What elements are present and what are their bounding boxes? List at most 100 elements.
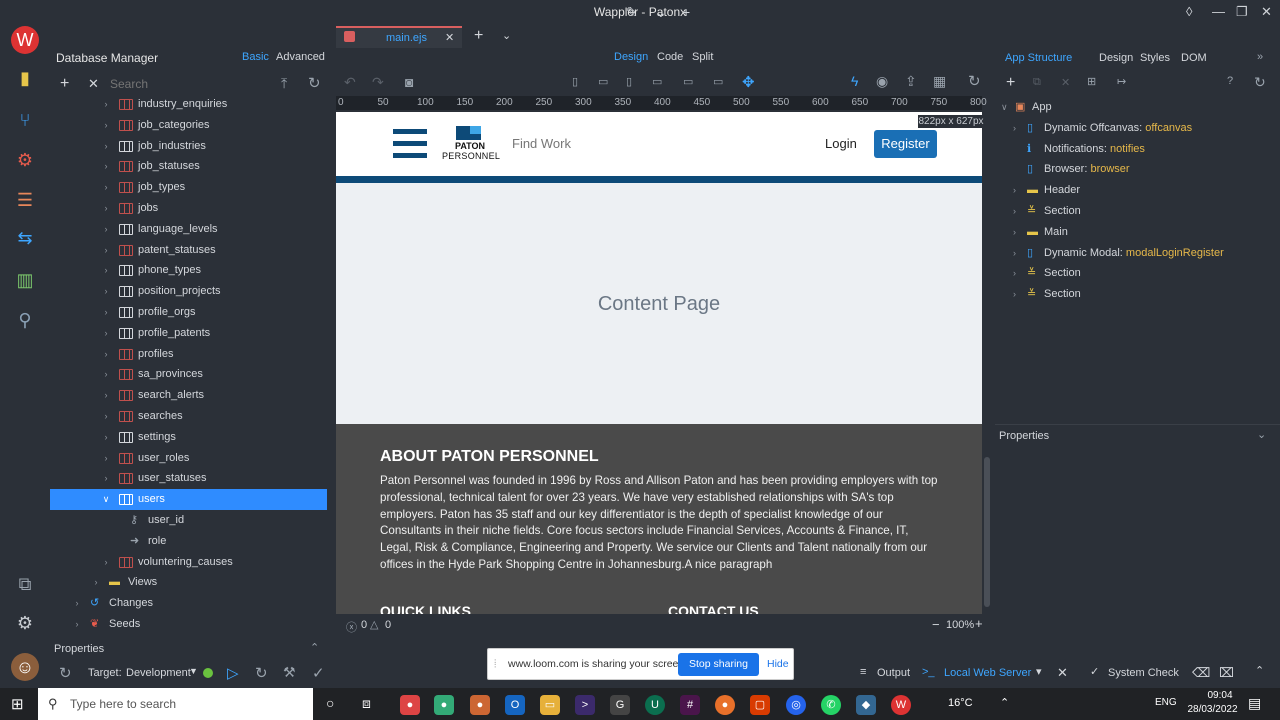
chrome-dev-icon[interactable]: ● [470, 695, 490, 715]
share-icon[interactable]: ⇪ [905, 73, 917, 90]
wappler-logo-icon[interactable]: W [11, 26, 39, 54]
add-icon[interactable]: + [1006, 74, 1015, 92]
chevron-icon[interactable]: › [101, 406, 111, 426]
search-input[interactable] [110, 75, 270, 93]
phone-icon[interactable]: ▯ [572, 75, 578, 88]
weather-temp[interactable]: 16°C [948, 697, 973, 709]
database-icon[interactable]: ☰ [11, 186, 39, 214]
desktop-icon[interactable]: ▭ [683, 75, 693, 88]
field-row[interactable]: ⚷ user_id [50, 510, 327, 531]
chevron-icon[interactable]: › [91, 572, 101, 592]
table-row[interactable]: › job_statuses [50, 156, 327, 177]
task-view-icon[interactable]: ⧈ [362, 695, 371, 712]
chevron-icon[interactable]: › [101, 260, 111, 280]
table-row[interactable]: › job_types [50, 177, 327, 198]
chevron-icon[interactable]: › [1013, 118, 1016, 138]
table-row[interactable]: › position_projects [50, 281, 327, 302]
slack-icon[interactable]: # [680, 695, 700, 715]
chevron-icon[interactable]: › [101, 219, 111, 239]
files-icon[interactable]: ▮ [11, 64, 39, 92]
extensions-icon[interactable]: ⧉ [11, 570, 39, 598]
chevron-down-icon[interactable]: ⌄ [502, 29, 511, 42]
whatsapp-icon[interactable]: ✆ [821, 695, 841, 715]
chevron-icon[interactable]: › [101, 240, 111, 260]
hamburger-menu-icon[interactable] [393, 129, 427, 159]
add-icon[interactable]: + [60, 75, 69, 93]
field-row[interactable]: ➜ role [50, 531, 327, 552]
chevron-icon[interactable]: › [101, 323, 111, 343]
system-check-button[interactable]: System Check [1108, 667, 1179, 679]
wappler-taskbar-icon[interactable]: W [891, 695, 911, 715]
delete-icon[interactable]: ✕ [1061, 76, 1070, 89]
structure-node[interactable]: ℹ Notifications: notifies [995, 139, 1280, 160]
fit-icon[interactable]: ✥ [742, 73, 755, 91]
taskbar-search[interactable]: ⚲ Type here to search [38, 688, 313, 720]
chevron-icon[interactable]: › [101, 198, 111, 218]
mode-advanced-tab[interactable]: Advanced [276, 51, 325, 63]
table-row[interactable]: › industry_enquiries [50, 94, 327, 115]
chevron-icon[interactable]: › [1013, 180, 1016, 200]
table-row[interactable]: › sa_provinces [50, 364, 327, 385]
language-indicator[interactable]: ENG [1155, 697, 1177, 708]
export-icon[interactable]: ↦ [1117, 75, 1126, 88]
search-icon[interactable]: ⚲ [11, 306, 39, 334]
chevron-icon[interactable]: › [101, 156, 111, 176]
output-tab[interactable]: Output [877, 667, 910, 679]
left-properties-header[interactable]: Properties ⌃ [50, 639, 333, 659]
chevron-icon[interactable]: › [1013, 284, 1016, 304]
chevron-icon[interactable]: › [101, 385, 111, 405]
chevron-icon[interactable]: › [72, 593, 82, 613]
chevron-icon[interactable]: › [101, 177, 111, 197]
plus-icon[interactable]: + [682, 4, 690, 20]
chevron-icon[interactable]: › [101, 115, 111, 135]
upload-icon[interactable]: ⤒ [281, 75, 287, 92]
eraser-icon[interactable]: ⌫ [1192, 665, 1210, 681]
chevron-icon[interactable]: › [101, 281, 111, 301]
redo-icon[interactable]: ↷ [372, 74, 384, 91]
terminal-app-icon[interactable]: > [575, 695, 595, 715]
tablet-icon[interactable]: ▯ [626, 75, 632, 88]
local-web-server-tab[interactable]: Local Web Server [944, 667, 1031, 679]
structure-node[interactable]: ∨ ▣ App [995, 97, 1280, 118]
chevron-icon[interactable]: › [101, 552, 111, 572]
tab-main-ejs[interactable]: main.ejs ✕ [336, 26, 462, 48]
refresh-icon[interactable]: ↻ [968, 72, 981, 90]
tablet-landscape-icon[interactable]: ▭ [598, 75, 608, 88]
cortana-icon[interactable]: ○ [326, 695, 334, 711]
table-row[interactable]: ∨ users [50, 489, 327, 510]
table-row[interactable]: › profiles [50, 344, 327, 365]
stop-sharing-button[interactable]: Stop sharing [678, 653, 759, 676]
login-link[interactable]: Login [825, 136, 857, 151]
chevron-down-icon[interactable]: ▾ [1036, 665, 1042, 678]
table-row[interactable]: › job_categories [50, 115, 327, 136]
preview-scrollbar[interactable] [982, 112, 992, 614]
build-icon[interactable]: ⚒ [283, 664, 296, 681]
paton-logo[interactable]: PATON PERSONNEL [442, 124, 500, 164]
tab-dom[interactable]: DOM [1181, 52, 1207, 64]
structure-node[interactable]: › ▬ Header [995, 180, 1280, 201]
clock-date[interactable]: 28/03/2022 [1185, 704, 1240, 715]
scrollbar-thumb[interactable] [984, 457, 990, 607]
terminal-icon[interactable]: >_ [922, 666, 935, 678]
chrome-icon[interactable]: ● [400, 695, 420, 715]
chevron-icon[interactable]: › [101, 302, 111, 322]
tree-group-views[interactable]: › ▬ Views [50, 572, 327, 593]
chevron-up-icon[interactable]: ⌃ [1255, 664, 1264, 677]
structure-node[interactable]: › ▯ Dynamic Modal: modalLoginRegister [995, 243, 1280, 264]
check-icon[interactable]: ✓ [1090, 665, 1099, 678]
workflow-icon[interactable]: ⚙ [11, 146, 39, 174]
table-row[interactable]: › voluntering_causes [50, 552, 327, 573]
tab-styles[interactable]: Styles [1140, 52, 1170, 64]
check-icon[interactable]: ✓ [312, 664, 325, 682]
table-row[interactable]: › jobs [50, 198, 327, 219]
chevron-icon[interactable]: › [1013, 201, 1016, 221]
target-select[interactable]: Development [126, 667, 191, 679]
table-row[interactable]: › search_alerts [50, 385, 327, 406]
mode-design[interactable]: Design [614, 51, 648, 63]
git-icon[interactable]: ⑂ [11, 106, 39, 134]
clock-time[interactable]: 09:04 [1200, 690, 1240, 701]
notifications-icon[interactable]: ▤ [1248, 695, 1261, 712]
table-row[interactable]: › patent_statuses [50, 240, 327, 261]
chevron-icon[interactable]: ∨ [1001, 97, 1008, 117]
structure-node[interactable]: › ▬ Main [995, 222, 1280, 243]
